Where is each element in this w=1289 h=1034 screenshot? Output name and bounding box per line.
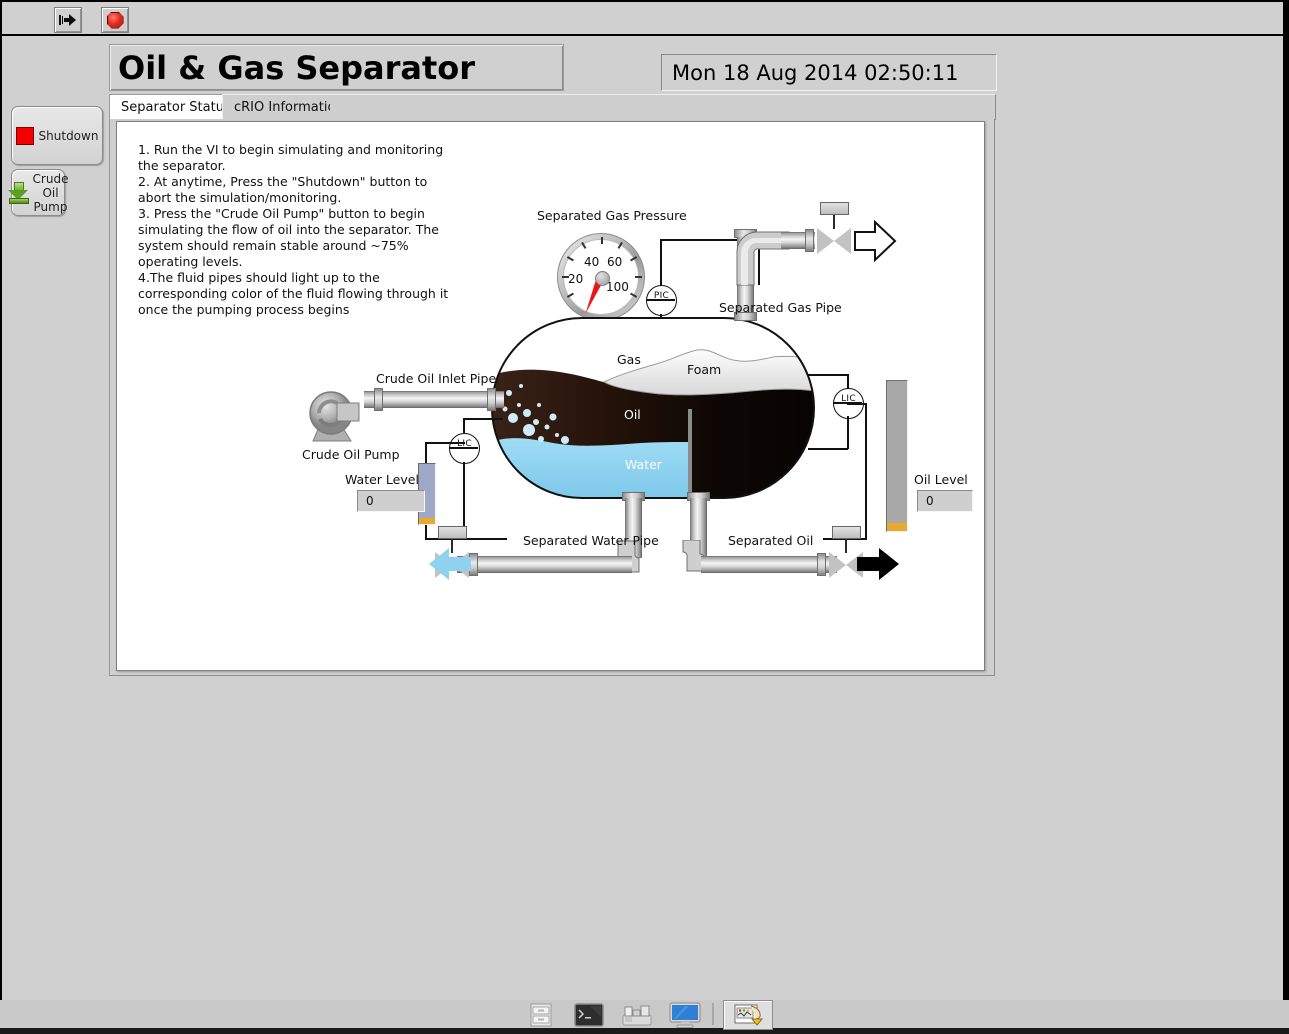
gauge-title: Separated Gas Pressure: [537, 208, 687, 223]
datetime-display: Mon 18 Aug 2014 02:50:11: [661, 54, 997, 91]
instruction-line-2: 2. At anytime, Press the "Shutdown" butt…: [138, 174, 428, 205]
gauge-tick-60: 60: [607, 255, 623, 269]
level-controller-left-bubble: LIC: [449, 433, 480, 464]
tab-crio-information-label: cRIO Information: [234, 99, 344, 115]
lic-right-outer-top: [847, 403, 867, 405]
taskbar-item-file-cabinet[interactable]: [523, 1002, 559, 1028]
package-manager-icon: [622, 1005, 652, 1026]
abort-octagon-icon: [106, 11, 124, 29]
lic-left-bottom: [463, 538, 507, 540]
tab-page-separator-status: 1. Run the VI to begin simulating and mo…: [109, 119, 995, 676]
page-title: Oil & Gas Separator: [118, 48, 476, 87]
level-controller-right-label: LIC: [841, 393, 856, 404]
gas-outlet-arrow: [853, 220, 897, 264]
water-level-label: Water Level: [345, 472, 419, 487]
instruction-line-3: 3. Press the "Crude Oil Pump" button to …: [138, 206, 439, 269]
datetime-value: Mon 18 Aug 2014 02:50:11: [672, 60, 959, 85]
instruction-line-4: 4.The fluid pipes should light up to the…: [138, 270, 449, 317]
display-monitor-icon: [669, 1002, 701, 1028]
oil-level-tank: [886, 380, 908, 532]
taskbar-item-display-monitor[interactable]: [667, 1002, 703, 1028]
oil-level-value: 0: [926, 494, 934, 508]
pressure-controller-label: PIC: [653, 290, 670, 301]
crude-oil-pump-label: Crude Oil Pump: [302, 447, 400, 462]
separated-gas-pipe-label: Separated Gas Pipe: [719, 300, 842, 315]
lic-right-mid: [808, 448, 848, 450]
shutdown-button-label: Shutdown: [38, 128, 99, 143]
vessel-water-label: Water: [625, 457, 662, 472]
separated-water-pipe-label: Separated Water Pipe: [523, 533, 659, 548]
gauge-tick-100: 100: [606, 280, 629, 294]
tab-strip: Separator Status cRIO Information: [109, 94, 996, 120]
labview-front-panel-window: Oil & Gas Separator Mon 18 Aug 2014 02:5…: [0, 0, 1283, 1002]
crude-oil-pump-button-label: Crude Oil Pump: [32, 171, 69, 214]
tab-separator-status-label: Separator Status: [121, 99, 231, 115]
taskbar-item-terminal[interactable]: [571, 1002, 607, 1028]
vessel-foam-label: Foam: [687, 362, 722, 377]
lic-right-down: [847, 416, 849, 449]
desktop-taskbar: [0, 1000, 1289, 1034]
lic-left-riser: [463, 418, 465, 433]
separated-gas-pressure-gauge: 20 40 60 100: [557, 233, 645, 321]
gas-control-valve: [817, 202, 851, 254]
lic-left-top: [463, 418, 503, 420]
inlet-pipe-flange-right: [487, 388, 496, 411]
run-button[interactable]: [54, 7, 82, 33]
crude-oil-pump-icon: [307, 389, 360, 442]
download-arrow-icon: [7, 181, 29, 204]
water-level-value: 0: [366, 494, 374, 508]
taskbar-separator: [712, 1003, 714, 1025]
gauge-tick-20: 20: [568, 272, 584, 286]
oil-level-numeric: 0: [917, 490, 973, 512]
crude-oil-inlet-pipe: [364, 391, 504, 408]
control-panel: Shutdown Crude Oil Pump: [2, 94, 110, 236]
run-arrow-icon: [59, 13, 77, 27]
separated-oil-label: Separated Oil: [728, 533, 814, 548]
instruction-line-1: 1. Run the VI to begin simulating and mo…: [138, 142, 444, 173]
pressure-controller-bubble: PIC: [646, 285, 677, 316]
terminal-icon: [574, 1003, 604, 1027]
vessel-oil-label: Oil: [624, 407, 641, 422]
tab-filler: [330, 94, 996, 120]
separated-oil-outlet-arrow: [857, 545, 899, 587]
gas-pipe-flange: [805, 229, 814, 252]
lic-right-top: [808, 374, 848, 376]
taskbar-item-package-manager[interactable]: [619, 1002, 655, 1028]
screen: Oil & Gas Separator Mon 18 Aug 2014 02:5…: [0, 0, 1289, 1034]
separated-water-outlet-arrow: [429, 545, 471, 587]
inlet-pipe-flange-left: [374, 388, 383, 411]
page-title-box: Oil & Gas Separator: [109, 44, 564, 91]
oil-level-label: Oil Level: [914, 472, 968, 487]
gauge-tick-40: 40: [584, 255, 600, 269]
crude-oil-pump-button[interactable]: Crude Oil Pump: [7, 169, 68, 216]
separator-vessel: Gas Foam Oil Water: [491, 317, 815, 499]
vi-toolbar: [2, 4, 1283, 36]
crude-oil-inlet-pipe-label: Crude Oil Inlet Pipe: [376, 371, 497, 386]
diagram-canvas: 1. Run the VI to begin simulating and mo…: [116, 121, 985, 671]
lic-right-riser: [847, 374, 849, 389]
shutdown-button[interactable]: Shutdown: [11, 106, 103, 165]
lic-left-branch: [425, 442, 465, 444]
abort-button[interactable]: [101, 7, 129, 33]
lic-right-outer: [865, 403, 867, 539]
oil-pipe-flange: [817, 553, 826, 576]
shutdown-led-icon: [15, 126, 34, 145]
labview-vi-icon: [734, 1004, 764, 1026]
water-level-numeric: 0: [357, 490, 425, 512]
taskbar-active-window-labview[interactable]: [723, 1000, 773, 1030]
vessel-gas-label: Gas: [617, 352, 641, 367]
instructions-text: 1. Run the VI to begin simulating and mo…: [138, 142, 454, 318]
separated-water-pipe: [457, 556, 632, 573]
pic-signal-riser: [660, 239, 662, 289]
file-cabinet-icon: [530, 1003, 552, 1027]
